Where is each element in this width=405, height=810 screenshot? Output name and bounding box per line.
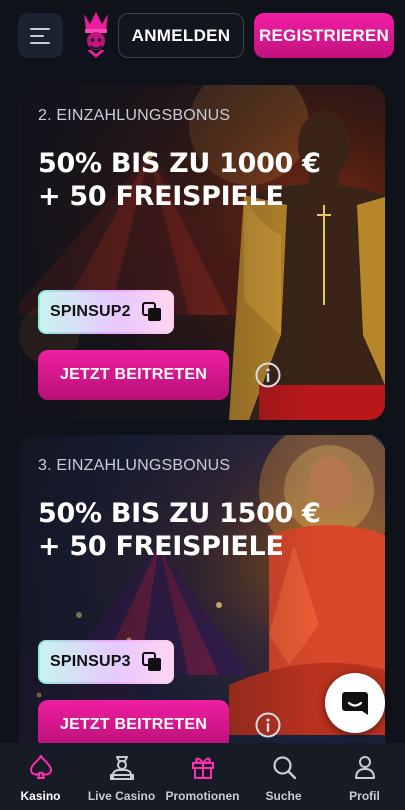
dealer-icon — [109, 756, 134, 780]
nav-label: Kasino — [20, 789, 61, 803]
nav-item-live-casino[interactable]: Live Casino — [81, 743, 162, 810]
join-now-button[interactable]: JETZT BEITRETEN — [38, 350, 229, 400]
promo-card: 3. EINZAHLUNGSBONUS 50% BIS ZU 1500 € + … — [19, 435, 385, 775]
gift-icon — [191, 757, 214, 779]
promo-card: 2. EINZAHLUNGSBONUS 50% BIS ZU 1000 € + … — [19, 85, 385, 420]
bonus-code-badge[interactable]: SPINSUP2 — [38, 290, 174, 334]
bonus-code: SPINSUP3 — [50, 653, 131, 670]
bonus-title: 50% BIS ZU 1000 € + 50 FREISPIELE — [38, 148, 321, 212]
page: ANMELDEN REGISTRIEREN 2. EINZAHLUNGSBONU… — [0, 0, 405, 810]
bonus-code: SPINSUP2 — [50, 303, 131, 320]
nav-label: Promotionen — [165, 789, 240, 803]
hamburger-menu-icon — [29, 27, 50, 44]
chat-bubble-icon — [342, 692, 368, 715]
login-button[interactable]: ANMELDEN — [118, 13, 244, 58]
nav-item-promotionen[interactable]: Promotionen — [162, 743, 243, 810]
jester-hat-logo-icon[interactable] — [76, 10, 116, 60]
bottom-navigation: Kasino Live Casino Promotionen Suche Pro… — [0, 743, 405, 810]
register-button[interactable]: REGISTRIEREN — [254, 13, 394, 58]
nav-label: Profil — [349, 789, 380, 803]
info-icon[interactable] — [255, 362, 281, 388]
bonus-title: 50% BIS ZU 1500 € + 50 FREISPIELE — [38, 498, 321, 562]
nav-item-suche[interactable]: Suche — [243, 743, 324, 810]
bonus-code-badge[interactable]: SPINSUP3 — [38, 640, 174, 684]
spade-icon — [29, 755, 52, 779]
bonus-eyebrow: 2. EINZAHLUNGSBONUS — [38, 107, 231, 124]
top-header: ANMELDEN REGISTRIEREN — [0, 0, 405, 70]
copy-icon[interactable] — [142, 302, 162, 322]
nav-item-profil[interactable]: Profil — [324, 743, 405, 810]
user-icon — [354, 756, 375, 779]
copy-icon[interactable] — [142, 652, 162, 672]
menu-button[interactable] — [18, 13, 63, 58]
bonus-eyebrow: 3. EINZAHLUNGSBONUS — [38, 457, 231, 474]
nav-item-kasino[interactable]: Kasino — [0, 743, 81, 810]
chat-button[interactable] — [325, 673, 385, 733]
nav-label: Live Casino — [87, 789, 156, 803]
nav-label: Suche — [265, 789, 302, 803]
info-icon[interactable] — [255, 712, 281, 738]
search-icon — [272, 756, 296, 780]
